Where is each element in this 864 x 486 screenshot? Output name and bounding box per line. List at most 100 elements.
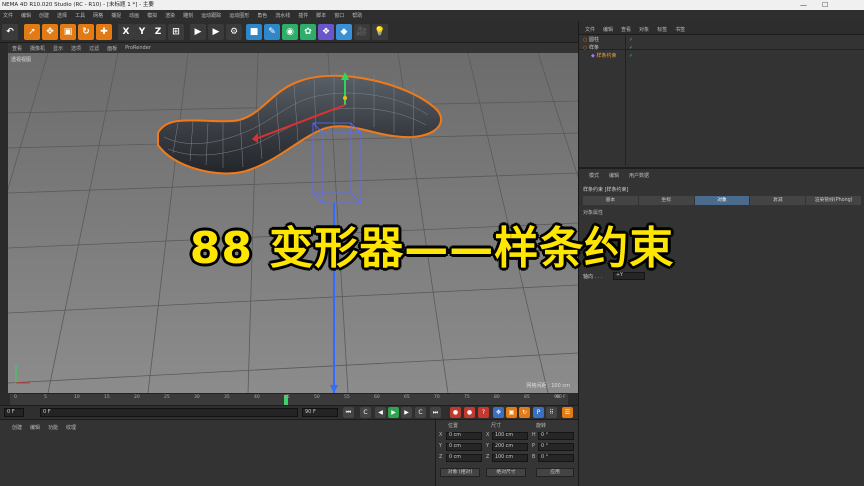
material-menu-item-0[interactable]: 创建 [12,424,22,431]
attribute-tab-4[interactable]: 渲染管线(Phong) [806,196,861,205]
rotation-h-field[interactable]: 0 ° [538,432,574,440]
camera-button[interactable]: 🎥 [354,24,370,40]
menu-item-12[interactable]: 运动图形 [229,12,249,19]
position-z-field[interactable]: 0 cm [446,454,482,462]
x-axis-button[interactable]: X [118,24,134,40]
coordinate-mode-select[interactable]: 对象 (相对) [440,468,480,477]
menu-item-1[interactable]: 编辑 [21,12,31,19]
go-to-end-button[interactable]: ⏭ [430,407,441,418]
attribute-tab-0[interactable]: 基本 [583,196,638,205]
move-button[interactable]: ✥ [42,24,58,40]
attribute-menu-item-2[interactable]: 用户数据 [629,172,649,179]
param-key-button[interactable]: P [533,407,544,418]
array-button[interactable]: ✿ [300,24,316,40]
menu-item-11[interactable]: 运动跟踪 [201,12,221,19]
object-menu-item-3[interactable]: 对象 [639,26,649,33]
maximize-button[interactable]: ☐ [822,0,828,10]
timeline-window-button[interactable]: ☰ [562,407,573,418]
rotation-b-field[interactable]: 0 ° [538,454,574,462]
render-view-button[interactable]: ▶ [190,24,206,40]
coordinate-system-button[interactable]: ⊞ [168,24,184,40]
visibility-icon[interactable]: ✓ [629,45,633,52]
recent-tool-button[interactable]: ✚ [96,24,112,40]
object-menu-item-0[interactable]: 文件 [585,26,595,33]
deformer-button[interactable]: ❖ [318,24,334,40]
viewport-menu-item-6[interactable]: ProRender [125,45,151,51]
size-y-field[interactable]: 200 cm [492,443,528,451]
object-menu-item-4[interactable]: 标签 [657,26,667,33]
material-menu-item-3[interactable]: 纹理 [66,424,76,431]
menu-item-18[interactable]: 帮助 [352,12,362,19]
menu-item-14[interactable]: 流水线 [275,12,290,19]
pen-spline-button[interactable]: ✎ [264,24,280,40]
attribute-tab-2[interactable]: 对象 [694,196,750,205]
prev-key-button[interactable]: C [360,407,371,418]
menu-item-8[interactable]: 模拟 [147,12,157,19]
size-x-field[interactable]: 100 cm [492,432,528,440]
menu-item-9[interactable]: 渲染 [165,12,175,19]
prev-frame-button[interactable]: ◀ [375,407,386,418]
menu-item-13[interactable]: 角色 [257,12,267,19]
menu-item-6[interactable]: 捕捉 [111,12,121,19]
rotate-button[interactable]: ↻ [78,24,94,40]
viewport-menu-item-5[interactable]: 面板 [107,45,117,52]
scale-button[interactable]: ▣ [60,24,76,40]
attribute-tab-3[interactable]: 衰减 [750,196,806,205]
size-mode-select[interactable]: 绝对尺寸 [486,468,526,477]
object-menu-item-2[interactable]: 查看 [621,26,631,33]
subdivision-button[interactable]: ◉ [282,24,298,40]
menu-item-15[interactable]: 插件 [298,12,308,19]
object-row[interactable]: ○ 样条 [583,45,599,52]
visibility-icon[interactable]: ✓ [629,53,633,60]
pla-key-button[interactable]: ⠿ [546,407,557,418]
position-x-field[interactable]: 0 cm [446,432,482,440]
material-menu-item-1[interactable]: 编辑 [30,424,40,431]
menu-item-0[interactable]: 文件 [3,12,13,19]
start-frame-field[interactable]: 0 F [4,408,24,417]
visibility-icon[interactable]: ✓ [629,37,633,44]
attribute-tab-1[interactable]: 坐标 [638,196,694,205]
render-picture-viewer-button[interactable]: ▶ [208,24,224,40]
attribute-menu-item-0[interactable]: 模式 [589,172,599,179]
position-key-button[interactable]: ✥ [493,407,504,418]
environment-button[interactable]: ◆ [336,24,352,40]
record-button[interactable]: ● [450,407,461,418]
autokey-button[interactable]: ● [464,407,475,418]
menu-item-2[interactable]: 创建 [39,12,49,19]
next-key-button[interactable]: C [415,407,426,418]
y-axis-button[interactable]: Y [134,24,150,40]
timeline[interactable]: 0 5 10 15 20 25 30 35 40 45 50 55 60 65 70 75 80 85 90 90 F [0,393,578,405]
position-y-field[interactable]: 0 cm [446,443,482,451]
rotation-p-field[interactable]: 0 ° [538,443,574,451]
menu-item-17[interactable]: 窗口 [334,12,344,19]
rotation-key-button[interactable]: ↻ [519,407,530,418]
end-frame-field[interactable]: 90 F [302,408,338,417]
viewport-menu-item-1[interactable]: 摄像机 [30,45,45,52]
keyframe-selection-button[interactable]: ? [478,407,489,418]
object-row[interactable]: ◆ 样条约束 [583,53,616,60]
menu-item-7[interactable]: 动画 [129,12,139,19]
cube-button[interactable]: ■ [246,24,262,40]
menu-item-3[interactable]: 选择 [57,12,67,19]
menu-item-16[interactable]: 脚本 [316,12,326,19]
apply-button[interactable]: 应用 [536,468,574,477]
viewport-menu-item-3[interactable]: 选项 [71,45,81,52]
menu-item-10[interactable]: 雕刻 [183,12,193,19]
viewport-menu-item-4[interactable]: 过滤 [89,45,99,52]
go-to-start-button[interactable]: ⏮ [343,407,354,418]
timeline-ruler[interactable]: 0 5 10 15 20 25 30 35 40 45 50 55 60 65 70 75 80 85 90 90 F [10,393,568,405]
live-select-button[interactable]: ➚ [24,24,40,40]
attribute-menu-item-1[interactable]: 编辑 [609,172,619,179]
material-menu-item-2[interactable]: 功能 [48,424,58,431]
menu-item-5[interactable]: 网格 [93,12,103,19]
light-button[interactable]: 💡 [372,24,388,40]
object-menu-item-1[interactable]: 编辑 [603,26,613,33]
preview-range-slider[interactable]: 0 F [40,408,298,417]
scale-key-button[interactable]: ▣ [506,407,517,418]
viewport-menu-item-2[interactable]: 显示 [53,45,63,52]
size-z-field[interactable]: 100 cm [492,454,528,462]
next-frame-button[interactable]: ▶ [401,407,412,418]
object-row[interactable]: ○ 圆柱 [583,37,599,44]
minimize-button[interactable]: — [800,0,807,10]
viewport-menu-item-0[interactable]: 查看 [12,45,22,52]
